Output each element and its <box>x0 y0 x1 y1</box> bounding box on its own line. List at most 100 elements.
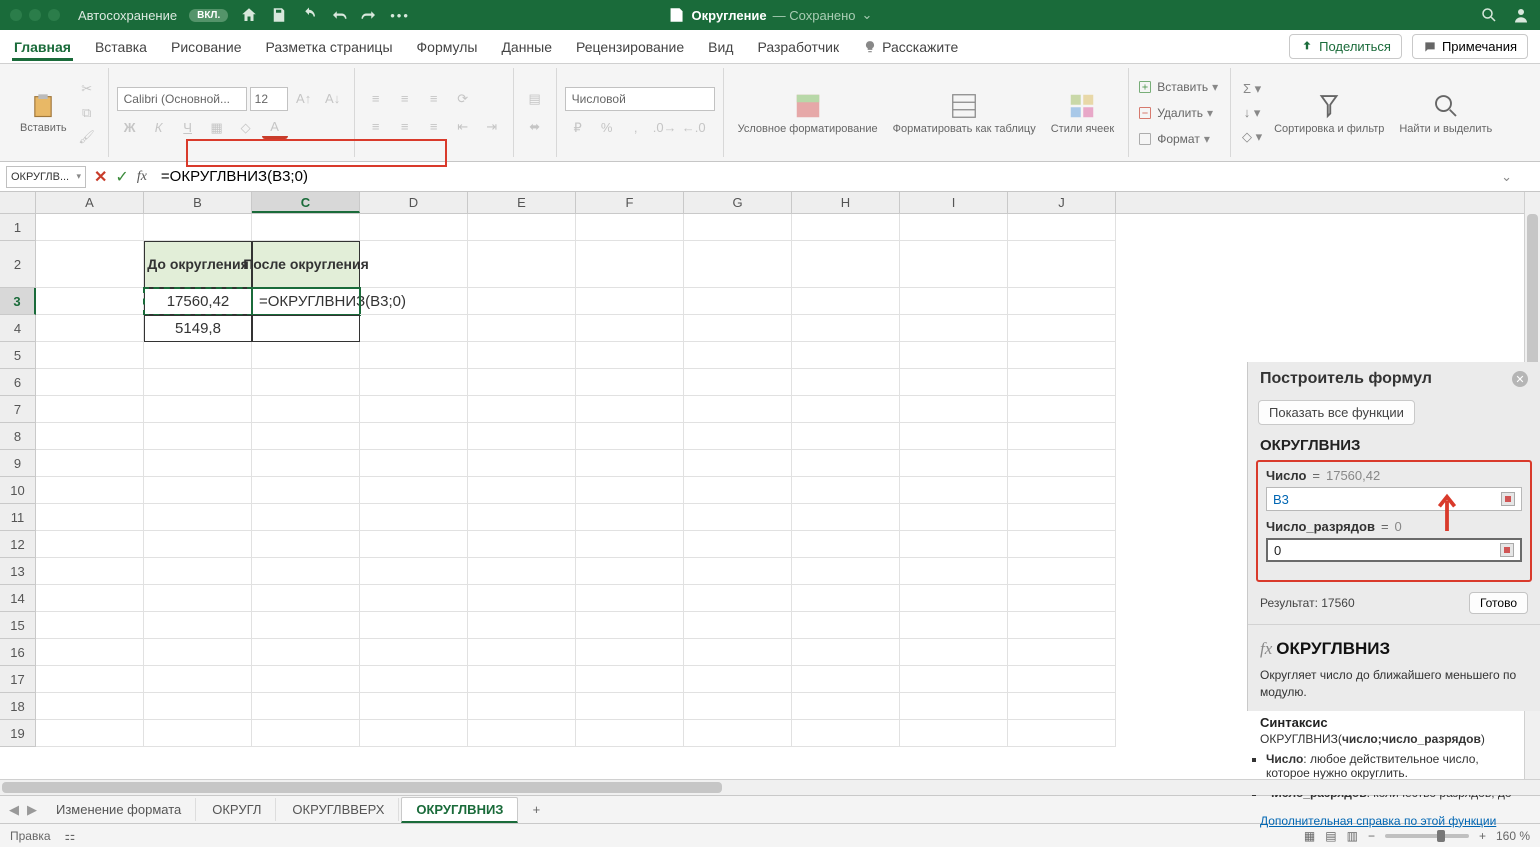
zoom-slider[interactable] <box>1385 834 1469 838</box>
cell-G5[interactable] <box>684 342 792 369</box>
cell-C12[interactable] <box>252 531 360 558</box>
max-dot[interactable] <box>48 9 60 21</box>
row-header-8[interactable]: 8 <box>0 423 36 450</box>
cell-I1[interactable] <box>900 214 1008 241</box>
cell-F14[interactable] <box>576 585 684 612</box>
cell-A14[interactable] <box>36 585 144 612</box>
copy-button[interactable]: ⧉ <box>74 102 100 124</box>
cell-D15[interactable] <box>360 612 468 639</box>
cell-B8[interactable] <box>144 423 252 450</box>
autosum-button[interactable]: Σ ▾ <box>1239 78 1265 100</box>
cell-E3[interactable] <box>468 288 576 315</box>
cell-E4[interactable] <box>468 315 576 342</box>
cell-C16[interactable] <box>252 639 360 666</box>
cell-B15[interactable] <box>144 612 252 639</box>
cell-D9[interactable] <box>360 450 468 477</box>
hthumb[interactable] <box>2 782 722 793</box>
delete-cells-button[interactable]: Удалить▾ <box>1137 101 1222 125</box>
cancel-formula-button[interactable]: ✕ <box>94 167 107 187</box>
tab-data[interactable]: Данные <box>499 33 554 61</box>
align-bot-button[interactable]: ≡ <box>421 88 447 110</box>
cell-F11[interactable] <box>576 504 684 531</box>
cell-D8[interactable] <box>360 423 468 450</box>
cell-J16[interactable] <box>1008 639 1116 666</box>
cell-D14[interactable] <box>360 585 468 612</box>
cell-H2[interactable] <box>792 241 900 288</box>
cell-F10[interactable] <box>576 477 684 504</box>
accept-formula-button[interactable]: ✓ <box>115 167 128 187</box>
cell-J13[interactable] <box>1008 558 1116 585</box>
cell-styles-button[interactable]: Стили ячеек <box>1045 87 1120 139</box>
indent-dec-button[interactable]: ⇤ <box>450 116 476 138</box>
cell-C4[interactable] <box>252 315 360 342</box>
cell-A5[interactable] <box>36 342 144 369</box>
col-H[interactable]: H <box>792 192 900 213</box>
cell-C7[interactable] <box>252 396 360 423</box>
zoom-thumb[interactable] <box>1437 830 1445 842</box>
cell-B7[interactable] <box>144 396 252 423</box>
share-button[interactable]: Поделиться <box>1289 34 1402 59</box>
cell-I19[interactable] <box>900 720 1008 747</box>
row-header-9[interactable]: 9 <box>0 450 36 477</box>
cell-C1[interactable] <box>252 214 360 241</box>
cell-I9[interactable] <box>900 450 1008 477</box>
cell-F15[interactable] <box>576 612 684 639</box>
cell-E1[interactable] <box>468 214 576 241</box>
cell-H19[interactable] <box>792 720 900 747</box>
arg1-input[interactable]: B3 <box>1266 487 1522 511</box>
cell-H12[interactable] <box>792 531 900 558</box>
formula-input[interactable] <box>155 163 1501 191</box>
cell-A16[interactable] <box>36 639 144 666</box>
cell-I14[interactable] <box>900 585 1008 612</box>
tab-home[interactable]: Главная <box>12 33 73 61</box>
cell-B10[interactable] <box>144 477 252 504</box>
cell-H1[interactable] <box>792 214 900 241</box>
tell-me[interactable]: Расскажите <box>861 33 960 61</box>
undo-icon[interactable] <box>300 6 318 24</box>
cell-E13[interactable] <box>468 558 576 585</box>
bold-button[interactable]: Ж <box>117 117 143 139</box>
cell-C15[interactable] <box>252 612 360 639</box>
cell-J7[interactable] <box>1008 396 1116 423</box>
cell-H17[interactable] <box>792 666 900 693</box>
cell-C14[interactable] <box>252 585 360 612</box>
name-box[interactable]: ОКРУГЛВ... ▾ <box>6 166 86 188</box>
comma-button[interactable]: , <box>623 117 649 139</box>
window-controls[interactable] <box>10 9 60 21</box>
cell-H6[interactable] <box>792 369 900 396</box>
cell-E15[interactable] <box>468 612 576 639</box>
cell-G10[interactable] <box>684 477 792 504</box>
cell-C2[interactable]: После округления <box>252 241 360 288</box>
cell-C8[interactable] <box>252 423 360 450</box>
sheet-tab-3[interactable]: ОКРУГЛВНИЗ <box>401 797 518 823</box>
cell-D3[interactable] <box>360 288 468 315</box>
cell-E11[interactable] <box>468 504 576 531</box>
cell-I12[interactable] <box>900 531 1008 558</box>
cell-D6[interactable] <box>360 369 468 396</box>
help-link[interactable]: Дополнительная справка по этой функции <box>1260 814 1528 828</box>
cell-C6[interactable] <box>252 369 360 396</box>
tab-view[interactable]: Вид <box>706 33 735 61</box>
cond-format-button[interactable]: Условное форматирование <box>732 87 884 139</box>
cell-H4[interactable] <box>792 315 900 342</box>
insert-cells-button[interactable]: Вставить▾ <box>1137 75 1222 99</box>
align-right-button[interactable]: ≡ <box>421 116 447 138</box>
row-header-18[interactable]: 18 <box>0 693 36 720</box>
cell-B16[interactable] <box>144 639 252 666</box>
cell-E12[interactable] <box>468 531 576 558</box>
cell-A12[interactable] <box>36 531 144 558</box>
cell-J9[interactable] <box>1008 450 1116 477</box>
cell-B3[interactable]: 17560,42 <box>144 288 252 315</box>
cell-B11[interactable] <box>144 504 252 531</box>
col-E[interactable]: E <box>468 192 576 213</box>
cell-E16[interactable] <box>468 639 576 666</box>
row-header-2[interactable]: 2 <box>0 241 36 288</box>
undo2-icon[interactable] <box>330 6 348 24</box>
cell-E17[interactable] <box>468 666 576 693</box>
cell-I7[interactable] <box>900 396 1008 423</box>
close-dot[interactable] <box>10 9 22 21</box>
cell-F13[interactable] <box>576 558 684 585</box>
row-header-10[interactable]: 10 <box>0 477 36 504</box>
cell-I15[interactable] <box>900 612 1008 639</box>
cell-A15[interactable] <box>36 612 144 639</box>
